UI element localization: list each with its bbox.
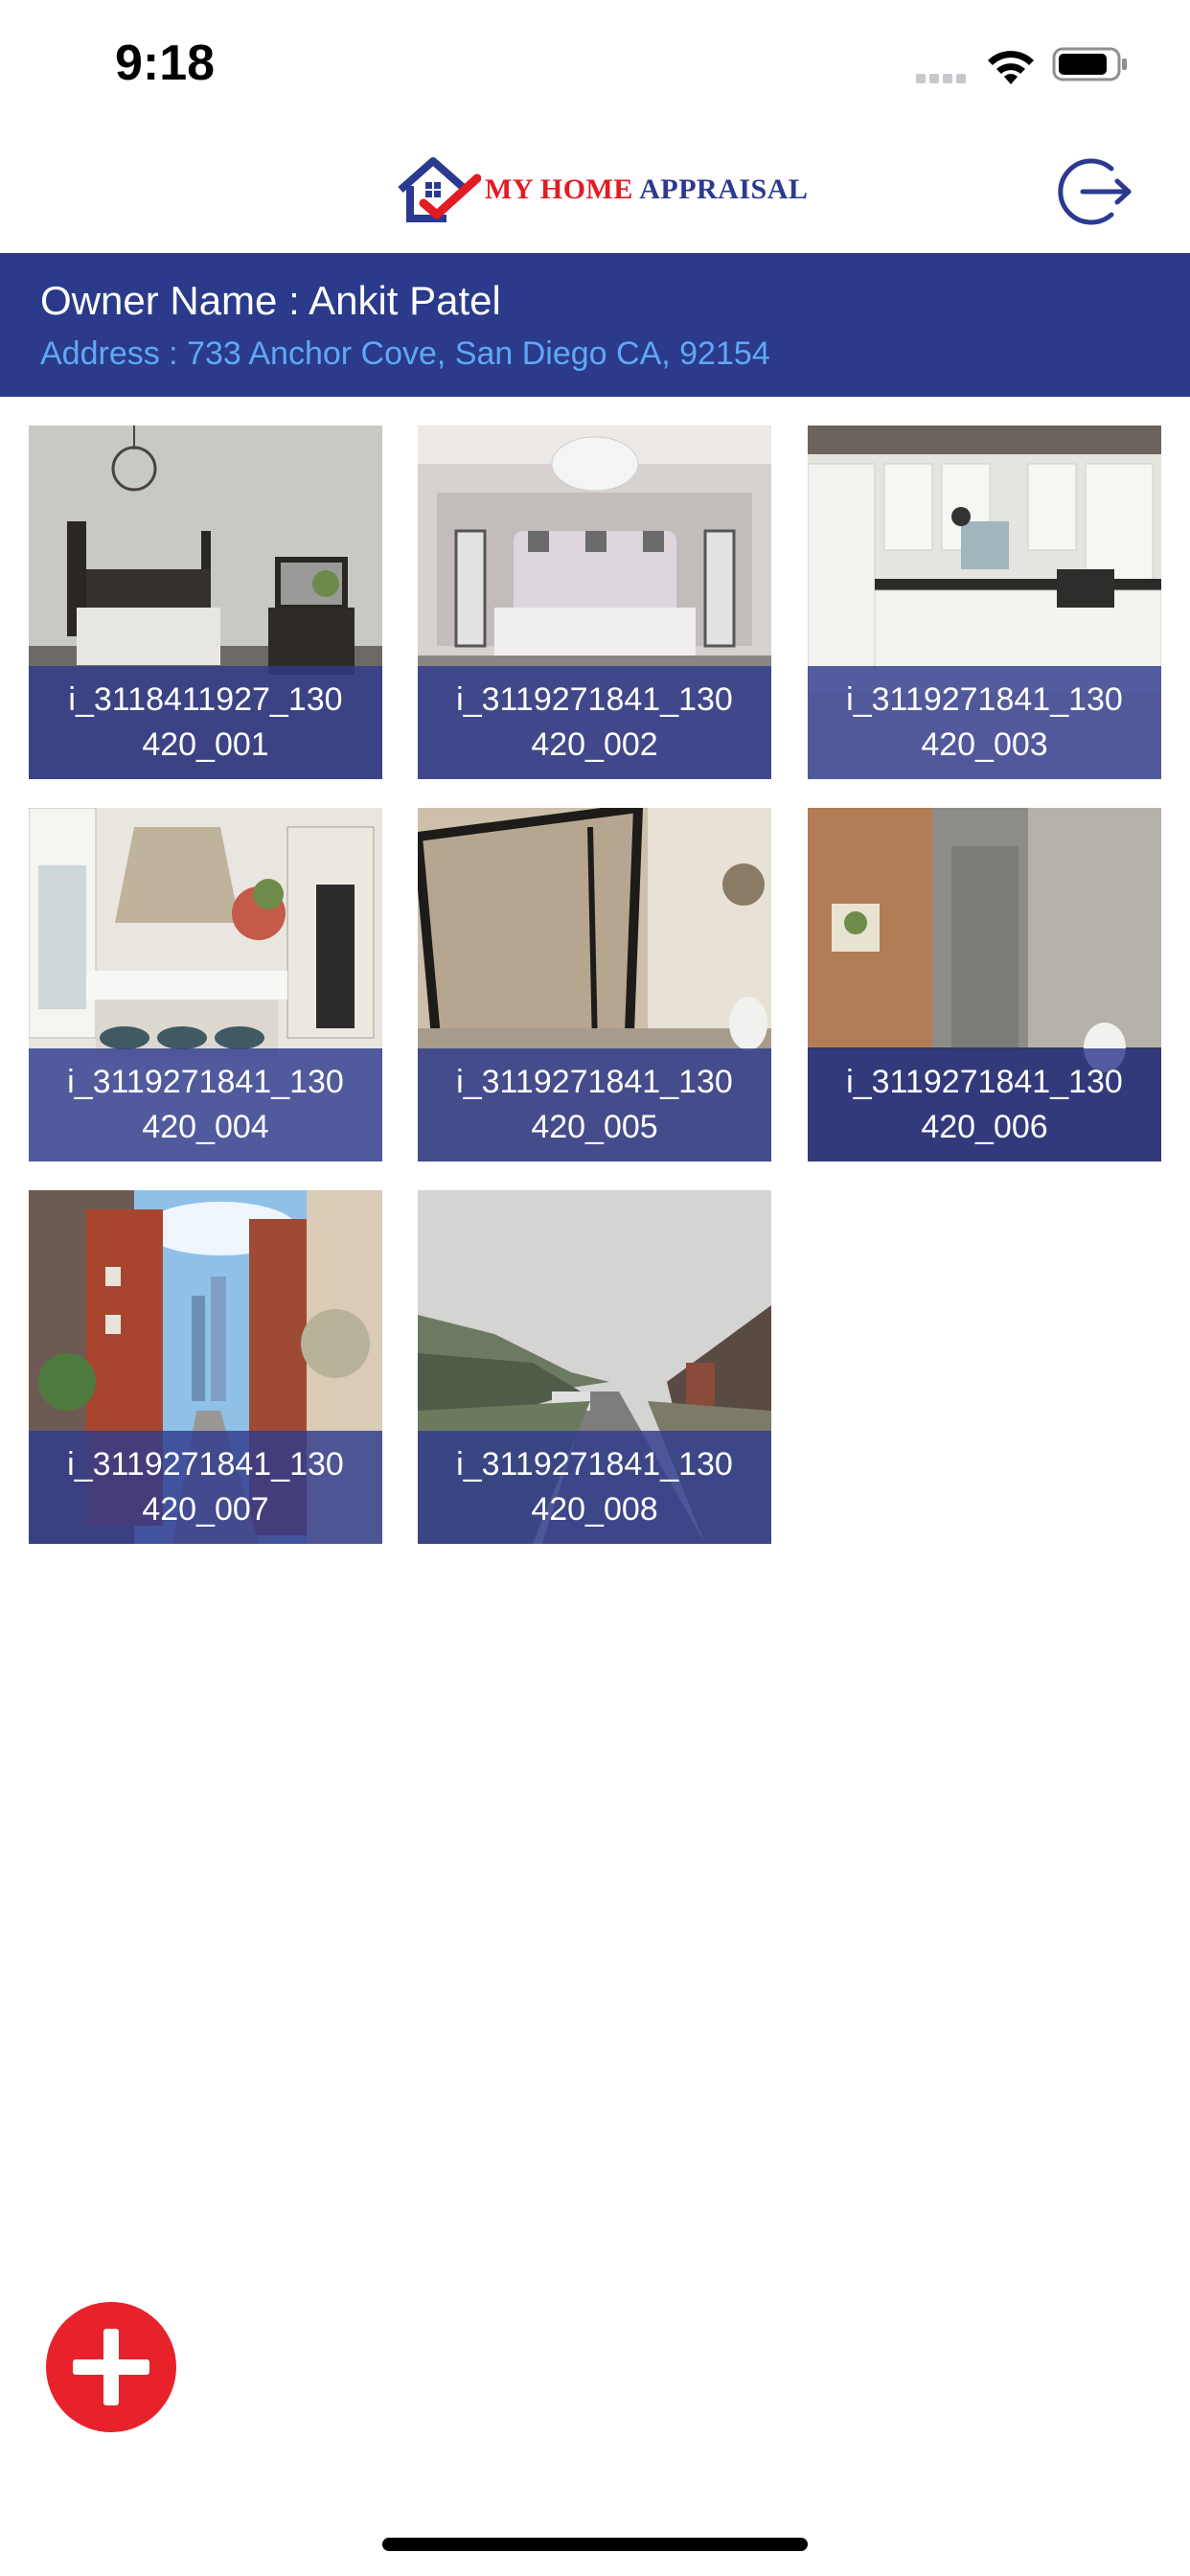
plus-icon-vertical [103,2329,119,2405]
photo-tile[interactable]: i_3119271841_130 420_004 [29,808,382,1162]
photo-caption-line1: i_3119271841_130 [456,681,733,718]
owner-header: Owner Name : Ankit Patel Address : 733 A… [0,253,1190,397]
owner-address: Address : 733 Anchor Cove, San Diego CA,… [40,335,770,372]
photo-caption-line1: i_3119271841_130 [846,1064,1123,1100]
photo-caption: i_3118411927_130 420_001 [29,666,382,779]
photo-caption: i_3119271841_130 420_007 [29,1431,382,1544]
nav-bar: MY HOME APPRAISAL [0,126,1190,253]
photo-caption: i_3119271841_130 420_008 [418,1431,771,1544]
wifi-icon [988,51,1034,84]
photo-caption-line1: i_3119271841_130 [846,681,1123,718]
photo-tile[interactable]: i_3118411927_130 420_001 [29,426,382,779]
photo-tile[interactable]: i_3119271841_130 420_007 [29,1190,382,1544]
photo-caption-line2: 420_006 [921,1109,1048,1145]
logo-text-my: MY HOME [485,173,640,205]
signal-icon [916,71,970,83]
app-logo: MY HOME APPRAISAL [395,155,808,224]
photo-caption: i_3119271841_130 420_004 [29,1048,382,1162]
logo-text-appraisal: APPRAISAL [639,173,809,205]
status-time: 9:18 [115,35,216,91]
logo-wordmark: MY HOME APPRAISAL [485,173,808,206]
photo-tile[interactable]: i_3119271841_130 420_006 [808,808,1161,1162]
photo-caption: i_3119271841_130 420_003 [808,666,1161,779]
photo-caption-line1: i_3118411927_130 [68,681,343,718]
battery-icon [1052,47,1127,81]
photo-caption-line2: 420_003 [921,726,1048,763]
photo-caption-line1: i_3119271841_130 [67,1446,344,1483]
photo-caption-line1: i_3119271841_130 [67,1064,344,1100]
house-check-logo-icon [398,157,481,222]
owner-name: Owner Name : Ankit Patel [40,278,501,323]
photo-caption-line2: 420_007 [142,1491,269,1528]
photo-caption-line2: 420_002 [531,726,658,763]
photo-caption: i_3119271841_130 420_006 [808,1048,1161,1162]
photo-caption-line2: 420_004 [142,1109,269,1145]
photo-tile[interactable]: i_3119271841_130 420_008 [418,1190,771,1544]
add-photo-button[interactable] [46,2302,176,2432]
screen: 9:18 MY HOME APPRAISAL Owner Name: Anki… [0,0,1190,2576]
logout-icon[interactable] [1056,155,1133,228]
status-bar: 9:18 [0,0,1190,126]
photo-caption-line2: 420_008 [531,1491,658,1528]
photo-tile[interactable]: i_3119271841_130 420_002 [418,426,771,779]
home-indicator[interactable] [382,2538,808,2551]
photo-caption-line1: i_3119271841_130 [456,1446,733,1483]
photo-caption-line2: 420_001 [142,726,269,763]
photo-caption: i_3119271841_130 420_005 [418,1048,771,1162]
photo-caption-line2: 420_005 [531,1109,658,1145]
photo-tile[interactable]: i_3119271841_130 420_005 [418,808,771,1162]
photo-tile[interactable]: i_3119271841_130 420_003 [808,426,1161,779]
photo-caption: i_3119271841_130 420_002 [418,666,771,779]
photo-caption-line1: i_3119271841_130 [456,1064,733,1100]
